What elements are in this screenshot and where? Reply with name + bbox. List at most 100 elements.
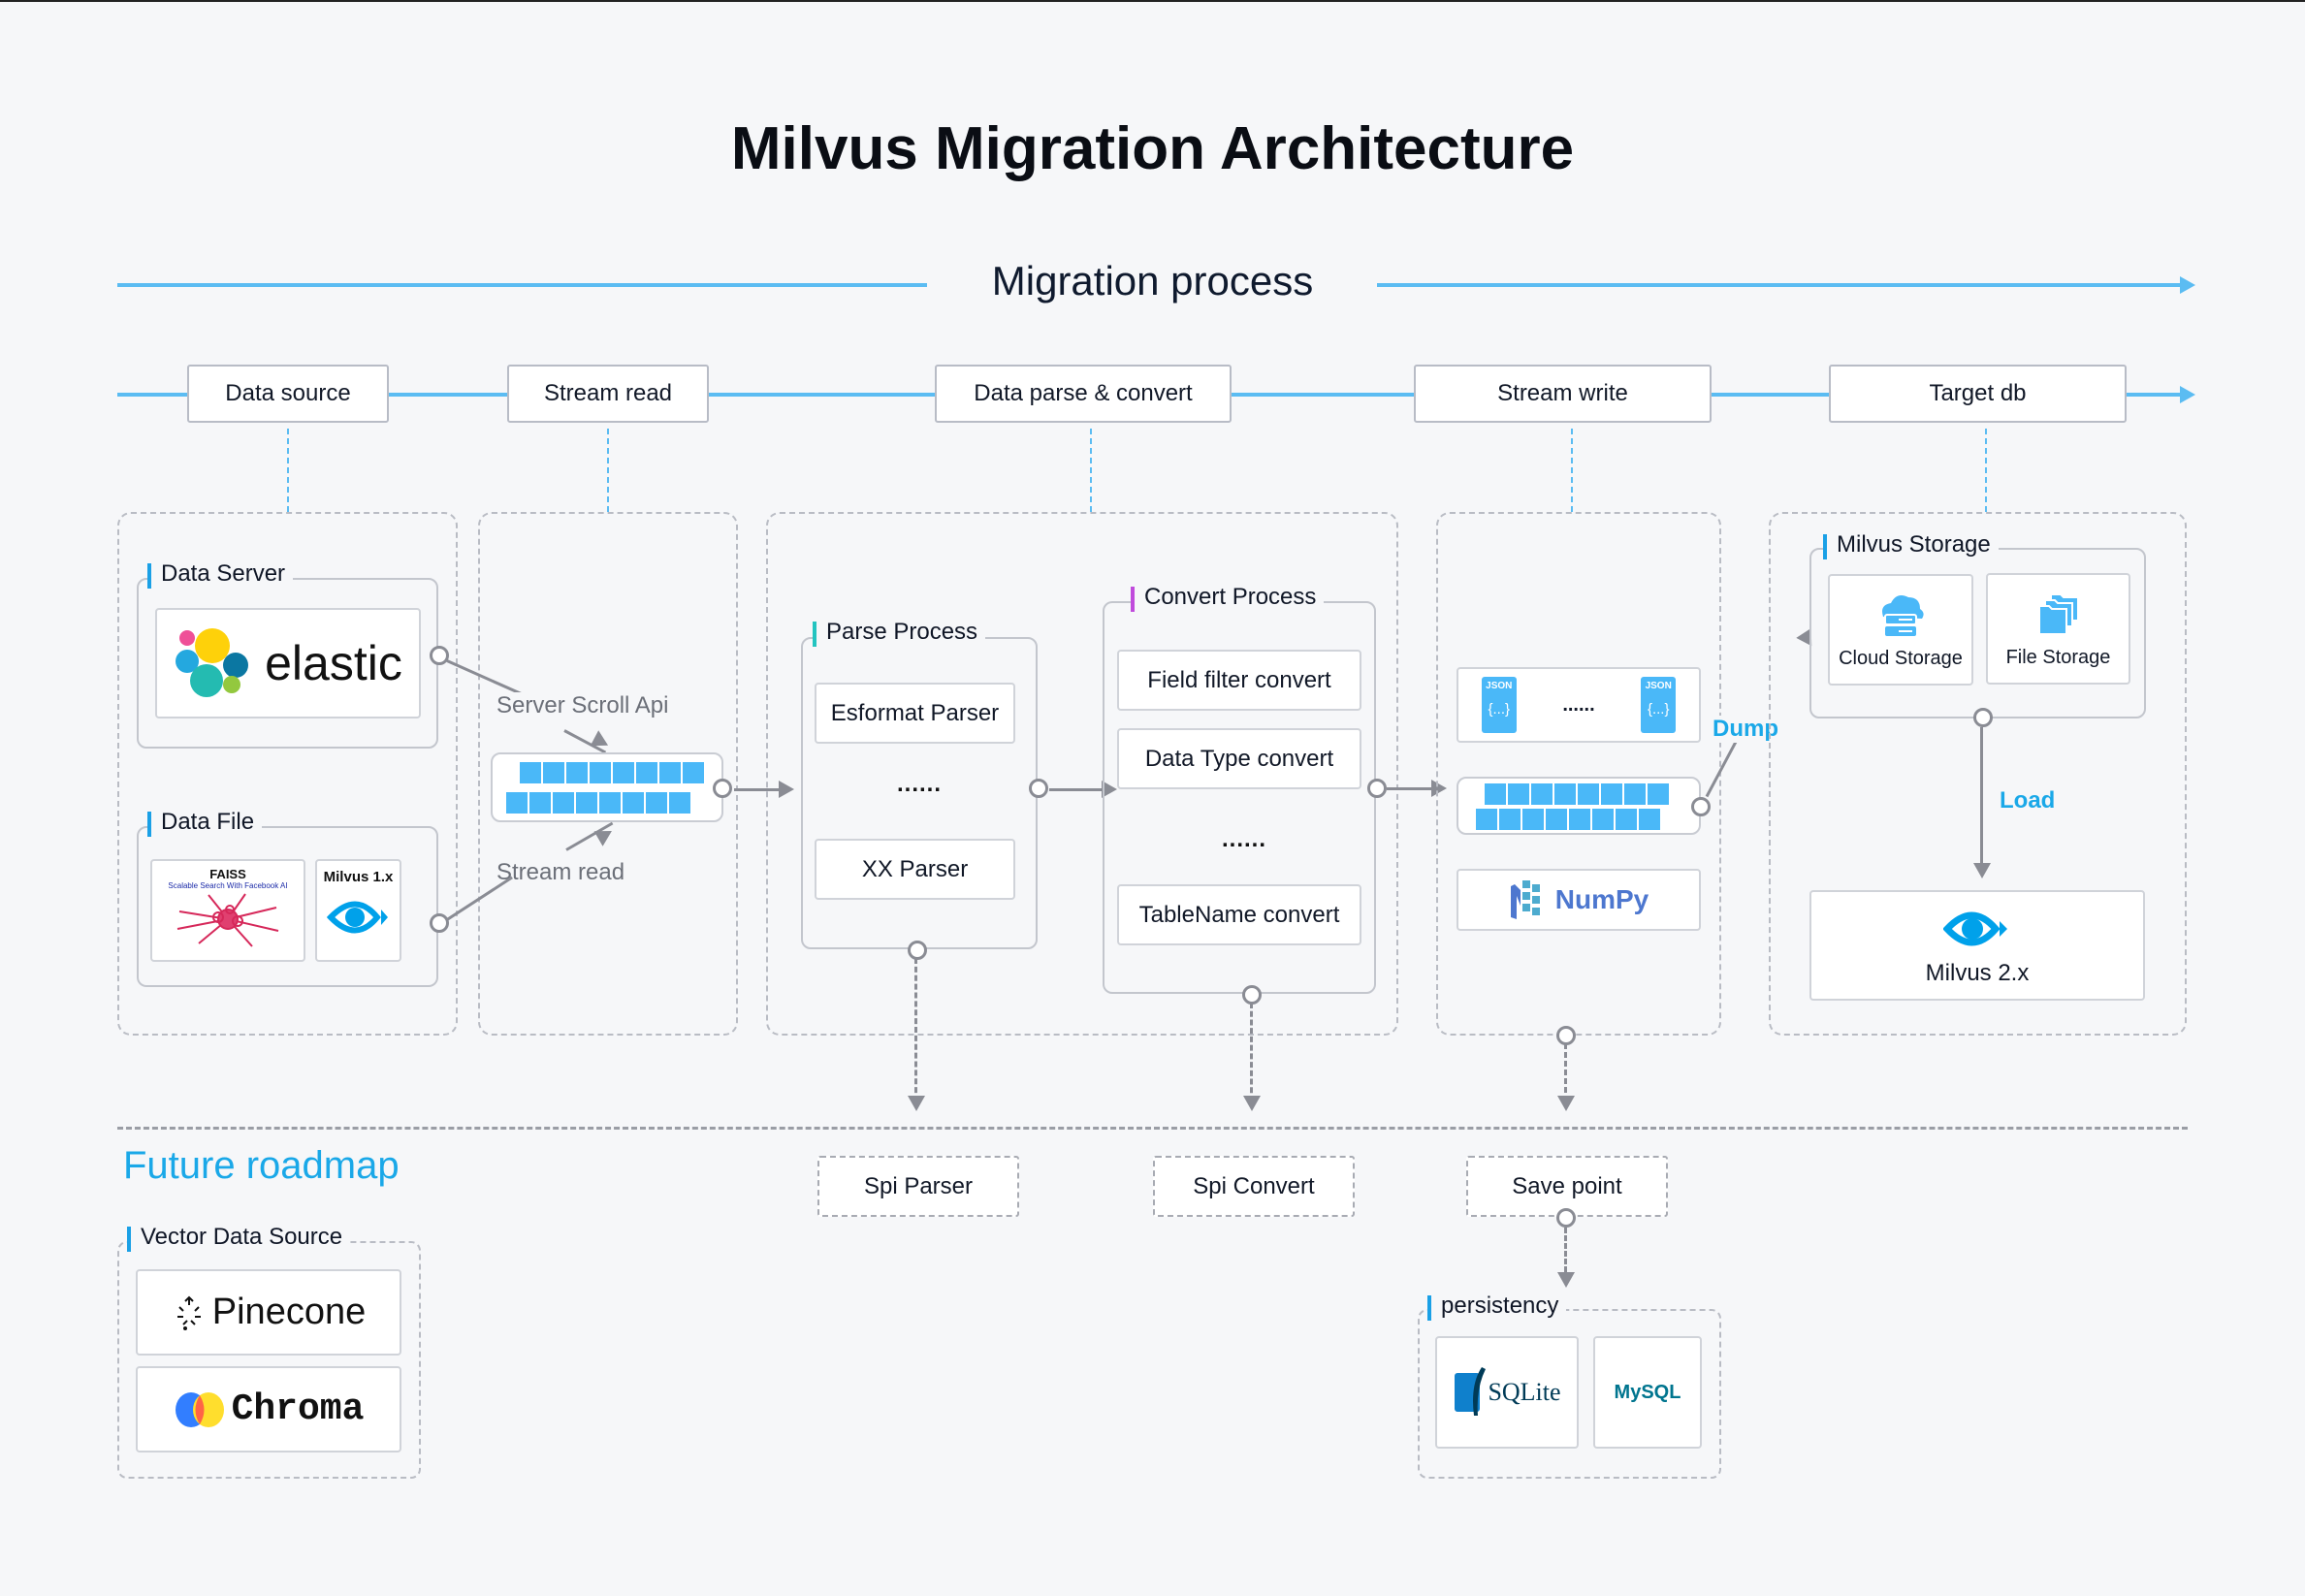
pinecone-logo-icon	[176, 1295, 201, 1330]
milvus-storage-label: Milvus Storage	[1823, 531, 1999, 559]
accent-bar	[1823, 534, 1827, 559]
milvus1-card[interactable]: Milvus 1.x	[315, 859, 401, 962]
vector-data-source-label: Vector Data Source	[127, 1224, 351, 1252]
faiss-card[interactable]: FAISS Scalable Search With Facebook AI	[150, 859, 305, 962]
milvus-eye-icon	[326, 901, 388, 934]
convert-process-port	[1367, 779, 1387, 798]
accent-bar	[1427, 1295, 1431, 1321]
milvus-eye-icon	[1943, 911, 2007, 946]
data-server-label: Data Server	[147, 560, 294, 589]
numpy-logo-icon	[1510, 880, 1540, 919]
stream-read-label: Stream read	[493, 859, 629, 886]
stream-write-bottom-port	[1556, 1026, 1576, 1045]
pinecone-text: Pinecone	[211, 1292, 367, 1332]
timeline-arrow-icon	[2180, 386, 2195, 403]
sqlite-card[interactable]: SQLite	[1435, 1336, 1579, 1449]
sqlite-text: SQLite	[1488, 1378, 1561, 1406]
sqlite-logo-icon	[1455, 1367, 1487, 1416]
save-point-port	[1556, 1208, 1576, 1228]
milvus2-card[interactable]: Milvus 2.x	[1809, 890, 2145, 1001]
stage-connector	[1090, 429, 1092, 512]
parse-to-convert-line	[1049, 788, 1104, 791]
data-file-label: Data File	[147, 809, 263, 837]
save-point-connector	[1564, 1043, 1567, 1101]
json-file-icon: JSON {...}	[1641, 677, 1677, 733]
cloud-storage-card[interactable]: Cloud Storage	[1828, 574, 1973, 686]
parse-process-port	[1029, 779, 1048, 798]
esformat-parser-card[interactable]: Esformat Parser	[815, 683, 1015, 744]
persistency-connector	[1564, 1228, 1567, 1272]
write-buffer-port	[1691, 797, 1711, 816]
arrow-down-icon	[1973, 863, 1991, 878]
buffer-row	[1485, 783, 1669, 805]
json-file-icon: JSON {...}	[1481, 677, 1517, 733]
arrow-down-icon	[908, 1096, 925, 1111]
spi-convert-card[interactable]: Spi Convert	[1153, 1156, 1355, 1217]
process-arrow-icon	[2180, 276, 2195, 294]
roadmap-title: Future roadmap	[123, 1144, 400, 1187]
persistency-label: persistency	[1427, 1293, 1567, 1321]
field-filter-convert-card[interactable]: Field filter convert	[1117, 650, 1361, 711]
file-storage-icon	[2037, 593, 2079, 635]
xx-parser-card[interactable]: XX Parser	[815, 839, 1015, 900]
file-storage-text: File Storage	[2005, 647, 2111, 668]
stage-connector	[1985, 429, 1987, 512]
cloud-storage-icon	[1882, 595, 1924, 636]
stage-target-db: Target db	[1829, 365, 2127, 423]
stream-write-group	[1436, 512, 1721, 1036]
milvus-storage-port	[1973, 708, 1993, 727]
elastic-card[interactable]: elastic	[155, 608, 421, 718]
json-ellipsis: ......	[1562, 693, 1595, 716]
chroma-card[interactable]: Chroma	[136, 1366, 401, 1452]
parser-ellipsis: ......	[897, 771, 943, 797]
stage-connector	[287, 429, 289, 512]
server-scroll-api-label: Server Scroll Api	[493, 692, 673, 719]
data-type-convert-card[interactable]: Data Type convert	[1117, 728, 1361, 789]
convert-ellipsis: ......	[1222, 826, 1267, 852]
cloud-storage-text: Cloud Storage	[1839, 648, 1963, 669]
tablename-convert-card[interactable]: TableName convert	[1117, 884, 1361, 945]
data-server-label-text: Data Server	[161, 560, 286, 587]
json-files-card: JSON {...} ...... JSON {...}	[1457, 667, 1701, 743]
data-file-port	[430, 913, 449, 933]
data-file-label-text: Data File	[161, 809, 255, 835]
json-body: {...}	[1488, 701, 1511, 718]
elastic-logo-text: elastic	[265, 636, 402, 690]
chroma-text: Chroma	[231, 1389, 365, 1430]
milvus2-text: Milvus 2.x	[1925, 960, 2030, 986]
accent-bar	[813, 622, 816, 647]
convert-to-write-line	[1387, 787, 1433, 790]
stage-data-parse-convert: Data parse & convert	[935, 365, 1232, 423]
accent-bar	[147, 812, 151, 837]
load-label: Load	[2000, 787, 2056, 814]
roadmap-divider	[117, 1127, 2188, 1130]
arrow-down-icon	[1557, 1096, 1575, 1111]
vector-data-source-label-text: Vector Data Source	[141, 1224, 343, 1250]
stage-stream-read: Stream read	[507, 365, 709, 423]
arrow-down-icon	[1243, 1096, 1261, 1111]
mysql-text: MySQL	[1615, 1382, 1681, 1404]
stage-stream-write: Stream write	[1414, 365, 1712, 423]
file-storage-card[interactable]: File Storage	[1986, 573, 2130, 685]
read-buffer-port	[713, 779, 732, 798]
pinecone-card[interactable]: Pinecone	[136, 1269, 401, 1356]
faiss-tagline: Scalable Search With Facebook AI	[168, 881, 288, 890]
faiss-name: FAISS	[209, 867, 246, 881]
stage-data-source: Data source	[187, 365, 389, 423]
numpy-card[interactable]: NumPy	[1457, 869, 1701, 931]
accent-bar	[147, 563, 151, 589]
faiss-logo-icon	[176, 893, 279, 947]
mysql-label: MySQL	[1614, 1381, 1681, 1403]
convert-process-label: Convert Process	[1131, 584, 1325, 612]
spi-convert-connector	[1250, 1003, 1253, 1101]
stage-connector	[607, 429, 609, 512]
spi-parser-connector	[914, 958, 917, 1101]
migration-process-heading: Migration process	[991, 258, 1314, 303]
milvus1-name: Milvus 1.x	[323, 869, 394, 885]
spi-parser-card[interactable]: Spi Parser	[817, 1156, 1019, 1217]
mysql-card[interactable]: MySQL	[1593, 1336, 1702, 1449]
accent-bar	[1131, 587, 1135, 612]
load-line	[1980, 727, 1983, 863]
milvus-storage-label-text: Milvus Storage	[1837, 531, 1991, 558]
process-line-right	[1377, 283, 2182, 287]
